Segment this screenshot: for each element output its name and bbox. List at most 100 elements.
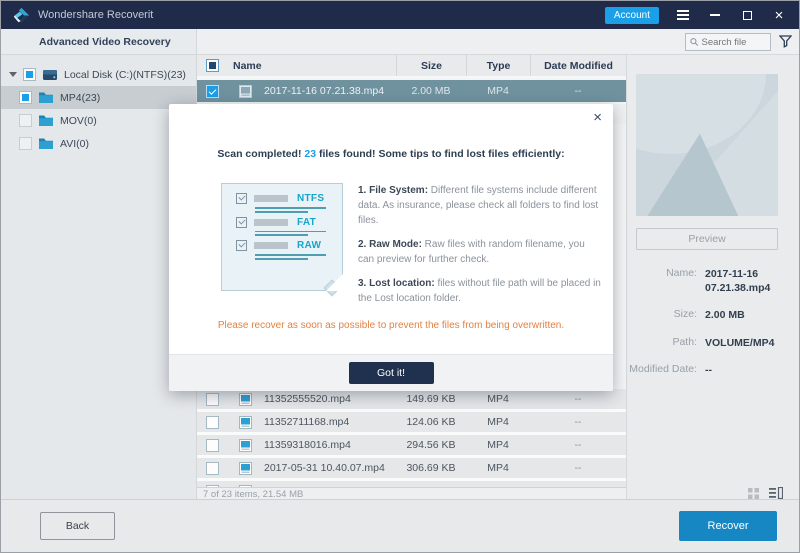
- file-date-modified: --: [530, 412, 626, 432]
- tip-raw-mode: 2. Raw Mode: Raw files with random filen…: [358, 237, 601, 267]
- grid-view-icon[interactable]: [748, 488, 759, 499]
- file-type: MP4: [466, 458, 530, 478]
- footer-bar: Back Recover: [1, 499, 799, 552]
- titlebar: Wondershare Recoverit Account ×: [1, 1, 799, 29]
- back-button[interactable]: Back: [40, 512, 115, 540]
- local-disk-checkbox[interactable]: [23, 68, 36, 81]
- tip-file-system: 1. File System: Different file systems i…: [358, 183, 601, 228]
- mp4-checkbox[interactable]: [19, 91, 32, 104]
- dialog-footer: Got it!: [169, 354, 613, 391]
- toolbar: [197, 29, 799, 55]
- row-checkbox[interactable]: [206, 85, 219, 98]
- detail-value-path: VOLUME/MP4: [705, 336, 793, 350]
- tree-item-label: MP4(23): [60, 92, 100, 104]
- dialog-close-icon[interactable]: ×: [593, 107, 602, 128]
- tree-item-mp4[interactable]: MP4(23): [1, 86, 196, 109]
- video-file-icon: [239, 416, 252, 429]
- search-box[interactable]: [685, 33, 771, 51]
- fs-label-raw: RAW: [297, 240, 321, 251]
- tree-item-avi[interactable]: AVI(0): [1, 132, 196, 155]
- account-button[interactable]: Account: [605, 7, 659, 24]
- view-toggle: [748, 487, 783, 499]
- table-row[interactable]: 11352555520.mp4 149.69 KB MP4 --: [197, 389, 626, 409]
- file-type: MP4: [466, 412, 530, 432]
- video-file-icon: [239, 85, 252, 98]
- mov-checkbox[interactable]: [19, 114, 32, 127]
- hamburger-menu-icon[interactable]: [675, 7, 691, 23]
- files-found-count: 23: [304, 148, 316, 160]
- file-name: 11352555520.mp4: [264, 393, 351, 405]
- row-checkbox[interactable]: [206, 416, 219, 429]
- filter-icon[interactable]: [779, 35, 792, 48]
- preview-panel: Preview Name: 2017-11-16 07.21.38.mp4 Si…: [626, 55, 799, 499]
- file-details: Name: 2017-11-16 07.21.38.mp4 Size: 2.00…: [627, 267, 795, 390]
- table-row[interactable]: 11352711168.mp4 124.06 KB MP4 --: [197, 412, 626, 432]
- tip-lost-location: 3. Lost location: files without file pat…: [358, 276, 601, 306]
- app-logo-icon: [13, 7, 30, 24]
- file-date-modified: --: [530, 80, 626, 102]
- search-icon: [690, 37, 698, 47]
- list-view-icon[interactable]: [769, 487, 783, 499]
- row-checkbox[interactable]: [206, 462, 219, 475]
- maximize-icon[interactable]: [739, 7, 755, 23]
- recover-warning-text: Please recover as soon as possible to pr…: [169, 320, 613, 331]
- file-date-modified: --: [530, 435, 626, 455]
- file-name: 11359318016.mp4: [264, 439, 351, 451]
- file-name: 11352711168.mp4: [264, 416, 349, 428]
- drive-icon: [42, 68, 58, 82]
- recover-button[interactable]: Recover: [679, 511, 777, 541]
- tips-list: 1. File System: Different file systems i…: [358, 183, 601, 315]
- select-all-checkbox[interactable]: [206, 59, 219, 72]
- avi-checkbox[interactable]: [19, 137, 32, 150]
- tree-item-mov[interactable]: MOV(0): [1, 109, 196, 132]
- tree-item-label: Local Disk (C:)(NTFS)(23): [64, 69, 186, 81]
- tree-item-local-disk[interactable]: Local Disk (C:)(NTFS)(23): [1, 63, 196, 86]
- search-input[interactable]: [701, 37, 766, 48]
- table-header: Name Size Type Date Modified: [197, 55, 626, 78]
- folder-icon: [38, 114, 54, 127]
- video-file-icon: [239, 393, 252, 406]
- file-type: MP4: [466, 435, 530, 455]
- close-icon[interactable]: ×: [771, 7, 787, 23]
- preview-thumbnail: [636, 74, 778, 216]
- row-checkbox[interactable]: [206, 439, 219, 452]
- column-header-type[interactable]: Type: [466, 55, 530, 76]
- table-row[interactable]: 2017-05-31 10.40.07.mp4 306.69 KB MP4 --: [197, 458, 626, 478]
- got-it-button[interactable]: Got it!: [349, 362, 434, 384]
- sidebar-header: Advanced Video Recovery: [1, 29, 196, 55]
- checkmark-icon: [236, 217, 247, 228]
- column-header-size[interactable]: Size: [396, 55, 466, 76]
- tree-item-label: MOV(0): [60, 115, 97, 127]
- app-window: Wondershare Recoverit Account × Advanced…: [0, 0, 800, 553]
- expand-caret-icon[interactable]: [9, 72, 17, 77]
- file-type: MP4: [466, 389, 530, 409]
- file-systems-illustration: NTFS FAT RAW: [221, 183, 343, 291]
- preview-button[interactable]: Preview: [636, 228, 778, 250]
- folder-tree: Local Disk (C:)(NTFS)(23) MP4(23) MOV(0): [1, 55, 196, 155]
- table-row-selected[interactable]: 2017-11-16 07.21.38.mp4 2.00 MB MP4 --: [197, 80, 626, 102]
- fs-label-fat: FAT: [297, 217, 316, 228]
- file-date-modified: --: [530, 389, 626, 409]
- file-size: 306.69 KB: [396, 458, 466, 478]
- table-row[interactable]: 11359318016.mp4 294.56 KB MP4 --: [197, 435, 626, 455]
- file-size: 149.69 KB: [396, 389, 466, 409]
- column-header-date-modified[interactable]: Date Modified: [530, 55, 626, 76]
- file-date-modified: --: [530, 458, 626, 478]
- detail-label-name: Name:: [627, 267, 705, 295]
- minimize-icon[interactable]: [707, 7, 723, 23]
- folder-icon: [38, 137, 54, 150]
- file-size: 2.00 MB: [396, 80, 466, 102]
- dialog-title: Scan completed! 23 files found! Some tip…: [169, 148, 613, 160]
- titlebar-controls: Account ×: [605, 7, 787, 24]
- file-type: MP4: [466, 80, 530, 102]
- detail-value-name: 2017-11-16 07.21.38.mp4: [705, 267, 793, 295]
- checkmark-icon: [236, 240, 247, 251]
- row-checkbox[interactable]: [206, 393, 219, 406]
- detail-value-modified-date: --: [705, 363, 793, 377]
- scan-complete-dialog: × Scan completed! 23 files found! Some t…: [169, 104, 613, 391]
- detail-value-size: 2.00 MB: [705, 308, 793, 322]
- detail-label-size: Size:: [627, 308, 705, 322]
- detail-label-path: Path:: [627, 336, 705, 350]
- column-header-name[interactable]: Name: [227, 55, 396, 76]
- folder-icon: [38, 91, 54, 104]
